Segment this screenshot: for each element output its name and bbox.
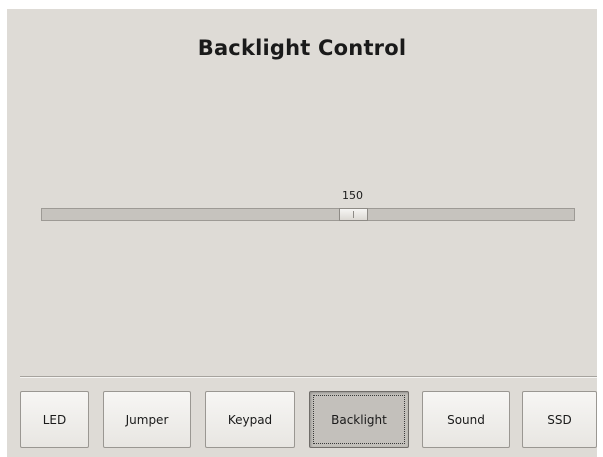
slider-value-label: 150 [342, 189, 364, 202]
slider-handle[interactable] [338, 208, 368, 221]
ssd-button[interactable]: SSD [522, 391, 597, 448]
keypad-button-label: Keypad [227, 412, 273, 427]
led-button[interactable]: LED [20, 391, 89, 448]
jumper-button[interactable]: Jumper [103, 391, 191, 448]
sound-button-label: Sound [447, 412, 485, 427]
backlight-button-label: Backlight [331, 412, 387, 427]
backlight-slider[interactable] [41, 208, 575, 221]
backlight-button[interactable]: Backlight [309, 391, 409, 448]
page-title: Backlight Control [197, 36, 407, 60]
keypad-button[interactable]: Keypad [205, 391, 295, 448]
separator [20, 376, 597, 378]
led-button-label: LED [42, 412, 67, 427]
slider-grip-icon [352, 211, 354, 218]
jumper-button-label: Jumper [125, 412, 169, 427]
app-window: Backlight Control 150 LED Jumper Keypad … [7, 9, 597, 457]
ssd-button-label: SSD [547, 412, 572, 427]
sound-button[interactable]: Sound [422, 391, 510, 448]
